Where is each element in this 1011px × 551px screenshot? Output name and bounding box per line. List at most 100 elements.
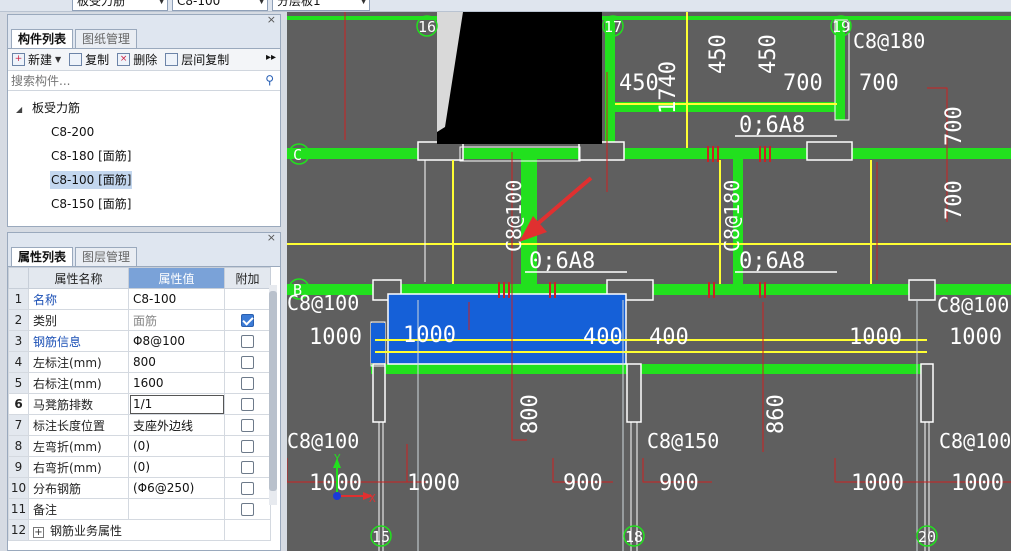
scrollbar-thumb[interactable] (269, 291, 277, 491)
property-value[interactable]: 1600 (128, 372, 225, 394)
tree-item-selected[interactable]: C8-100 [面筋] (8, 168, 280, 192)
extra-checkbox[interactable] (241, 503, 254, 516)
tree-root-label: 板受力筋 (31, 101, 80, 115)
extra-checkbox[interactable] (241, 440, 254, 453)
property-value[interactable]: C8-100 (128, 288, 225, 310)
row-number: 11 (8, 498, 29, 520)
property-group-row[interactable]: 12 + 钢筋业务属性 (8, 519, 271, 541)
property-row[interactable]: 2 类别 面筋 (8, 309, 271, 331)
property-row[interactable]: 1 名称 C8-100 (8, 288, 271, 310)
property-row[interactable]: 4 左标注(mm) 800 (8, 351, 271, 373)
extra-checkbox[interactable] (241, 398, 254, 411)
beam-axis-c[interactable] (287, 148, 1011, 159)
tab-drawing-management[interactable]: 图纸管理 (75, 29, 138, 48)
extra-checkbox[interactable] (241, 377, 254, 390)
extra-cell (224, 435, 271, 457)
search-icon[interactable]: ⚲ (265, 73, 274, 87)
chevron-down-icon[interactable]: ▼ (55, 55, 61, 64)
property-name: 类别 (28, 309, 129, 331)
row-number: 8 (8, 435, 29, 457)
axis-label-15: 15 (372, 528, 390, 546)
dim-400: 400 (583, 325, 623, 350)
row-number: 5 (8, 372, 29, 394)
tab-property-list[interactable]: 属性列表 (11, 247, 74, 266)
property-name: 分布钢筋 (28, 477, 129, 499)
axis-label-19: 19 (832, 18, 850, 36)
row-number: 9 (8, 456, 29, 478)
property-group-label: 钢筋业务属性 (50, 523, 123, 538)
dim-900: 900 (563, 471, 603, 496)
tree-item[interactable]: C8-150 [面筋] (8, 192, 280, 216)
extra-cell (224, 519, 271, 541)
tree-item[interactable]: C8-200 (8, 120, 280, 144)
property-value[interactable]: 支座外边线 (128, 414, 225, 436)
dim-1000: 1000 (403, 323, 456, 348)
property-row[interactable]: 9 右弯折(mm) (0) (8, 456, 271, 478)
property-row[interactable]: 11 备注 (8, 498, 271, 520)
property-row[interactable]: 7 标注长度位置 支座外边线 (8, 414, 271, 436)
chevron-down-icon: ▼ (158, 0, 165, 6)
property-value[interactable]: Φ8@100 (128, 330, 225, 352)
property-scrollbar[interactable] (269, 285, 277, 505)
property-value[interactable]: (0) (128, 456, 225, 478)
beam-top[interactable] (287, 16, 1011, 20)
dim-700: 700 (859, 71, 899, 96)
search-input[interactable] (8, 71, 280, 90)
property-group-name[interactable]: + 钢筋业务属性 (28, 519, 225, 541)
tree-item[interactable]: C8-180 [面筋] (8, 144, 280, 168)
expand-icon[interactable]: + (33, 526, 44, 538)
property-value[interactable]: (Φ6@250) (128, 477, 225, 499)
chevron-down-icon: ▼ (258, 0, 265, 6)
extra-cell (224, 498, 271, 520)
layer-dropdown[interactable]: 分层板1 ▼ (272, 0, 370, 11)
extra-checkbox-checked[interactable] (241, 314, 254, 327)
property-value[interactable]: 面筋 (128, 309, 225, 331)
delete-button[interactable]: × 删除 (117, 51, 157, 68)
property-list-panel: × 属性列表 图层管理 属性名称 属性值 附加 1 名称 C8-100 2 类别 (7, 231, 281, 551)
rebar-count-label: 0;6A8 (739, 249, 805, 274)
extra-cell (224, 288, 271, 310)
tab-component-list[interactable]: 构件列表 (11, 29, 74, 48)
extra-checkbox[interactable] (241, 356, 254, 369)
property-row[interactable]: 10 分布钢筋 (Φ6@250) (8, 477, 271, 499)
property-value[interactable]: (0) (128, 435, 225, 457)
cad-drawing[interactable]: 16 17 19 C B 15 18 20 450 450 450 1740 7… (287, 12, 1011, 551)
close-icon[interactable]: × (267, 231, 276, 244)
property-name: 马凳筋排数 (28, 393, 129, 415)
dim-1000: 1000 (949, 325, 1002, 350)
property-row[interactable]: 3 钢筋信息 Φ8@100 (8, 330, 271, 352)
extra-checkbox[interactable] (241, 482, 254, 495)
property-row-current[interactable]: 6 马凳筋排数 1/1 (8, 393, 271, 415)
drawing-canvas[interactable]: 16 17 19 C B 15 18 20 450 450 450 1740 7… (287, 12, 1011, 551)
tab-layer-management[interactable]: 图层管理 (75, 247, 138, 266)
selected-rebar-left[interactable] (371, 323, 385, 363)
collapse-icon[interactable]: ◢ (16, 105, 22, 114)
tree-root[interactable]: ◢ 板受力筋 (8, 96, 280, 120)
columns (372, 141, 936, 423)
component-name-dropdown[interactable]: C8-100 ▼ (172, 0, 268, 11)
extra-cell (224, 372, 271, 394)
component-type-dropdown[interactable]: 板受力筋 ▼ (72, 0, 168, 11)
extra-checkbox[interactable] (241, 461, 254, 474)
close-icon[interactable]: × (267, 13, 276, 26)
property-value-editor[interactable]: 1/1 (128, 393, 225, 415)
panel-header: × (8, 231, 280, 247)
ucs-x-label: X (369, 492, 376, 505)
delete-icon: × (117, 53, 131, 66)
property-name-header: 属性名称 (28, 267, 129, 289)
extra-cell (224, 351, 271, 373)
new-icon: + (12, 53, 25, 66)
tree-item-label: C8-100 [面筋] (50, 171, 133, 189)
extra-checkbox[interactable] (241, 335, 254, 348)
property-row[interactable]: 8 左弯折(mm) (0) (8, 435, 271, 457)
floor-copy-button[interactable]: 层间复制 (165, 51, 229, 68)
property-value[interactable] (128, 498, 225, 520)
property-row[interactable]: 5 右标注(mm) 1600 (8, 372, 271, 394)
more-icon[interactable]: ▸▸ (266, 52, 276, 63)
copy-button[interactable]: 复制 (69, 51, 109, 68)
new-button[interactable]: + 新建 ▼ (12, 51, 61, 68)
property-value[interactable]: 800 (128, 351, 225, 373)
extra-checkbox[interactable] (241, 419, 254, 432)
rebar-label: C8@100 (287, 429, 359, 453)
beam-lower[interactable] (371, 364, 931, 374)
